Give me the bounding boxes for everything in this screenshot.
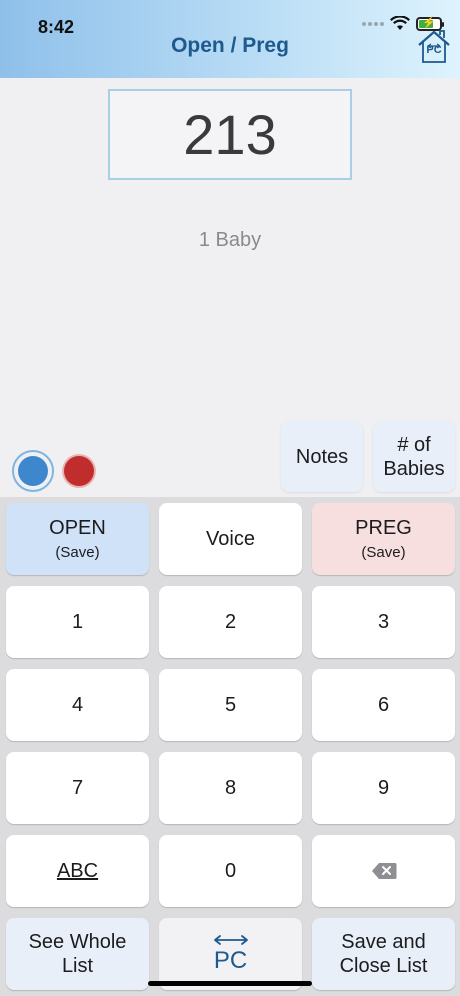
backspace-button[interactable] xyxy=(312,835,455,907)
open-save-button[interactable]: OPEN (Save) xyxy=(6,503,149,575)
page-title: Open / Preg xyxy=(171,34,289,57)
keypad: OPEN (Save) Voice PREG (Save) 1 2 3 4 5 … xyxy=(0,497,460,996)
notes-button[interactable]: Notes xyxy=(281,421,363,492)
preg-label: PREG xyxy=(355,517,412,539)
red-color-selector[interactable] xyxy=(64,456,94,486)
key-7[interactable]: 7 xyxy=(6,752,149,824)
blue-color-selector[interactable] xyxy=(12,450,54,492)
pc-label: PC xyxy=(213,946,248,974)
babies-label-line1: # of xyxy=(397,433,431,456)
number-of-babies-button[interactable]: # of Babies xyxy=(373,421,455,492)
abc-label: ABC xyxy=(56,859,99,882)
key-9[interactable]: 9 xyxy=(312,752,455,824)
preg-sub-label: (Save) xyxy=(361,544,406,561)
pc-button[interactable]: PC xyxy=(159,918,302,990)
voice-label: Voice xyxy=(206,527,255,550)
voice-button[interactable]: Voice xyxy=(159,503,302,575)
preg-save-button[interactable]: PREG (Save) xyxy=(312,503,455,575)
blue-dot xyxy=(18,456,48,486)
key-3[interactable]: 3 xyxy=(312,586,455,658)
see-whole-line2: List xyxy=(61,955,94,977)
see-whole-line1: See Whole xyxy=(28,931,127,953)
open-sub-label: (Save) xyxy=(55,544,100,561)
number-display: 213 xyxy=(108,89,352,180)
key-4[interactable]: 4 xyxy=(6,669,149,741)
see-whole-list-button[interactable]: See Whole List xyxy=(6,918,149,990)
home-logo-text: PC xyxy=(426,44,442,56)
home-logo-icon[interactable]: PC xyxy=(416,26,452,66)
signal-icon xyxy=(362,21,384,26)
key-1[interactable]: 1 xyxy=(6,586,149,658)
header-bar: 8:42 Open / Preg ⚡ PC xyxy=(0,0,460,78)
key-0[interactable]: 0 xyxy=(159,835,302,907)
key-6[interactable]: 6 xyxy=(312,669,455,741)
babies-label-line2: Babies xyxy=(383,457,445,480)
swap-arrow-icon xyxy=(213,934,248,945)
key-2[interactable]: 2 xyxy=(159,586,302,658)
save-and-close-list-button[interactable]: Save and Close List xyxy=(312,918,455,990)
abc-button[interactable]: ABC xyxy=(6,835,149,907)
backspace-icon xyxy=(371,863,396,879)
save-close-line2: Close List xyxy=(339,955,428,977)
baby-count-label: 1 Baby xyxy=(198,229,262,251)
open-label: OPEN xyxy=(49,517,106,539)
save-close-line1: Save and xyxy=(341,931,426,953)
wifi-icon xyxy=(390,16,410,30)
key-8[interactable]: 8 xyxy=(159,752,302,824)
notes-label: Notes xyxy=(295,445,349,468)
home-indicator xyxy=(148,981,312,986)
key-5[interactable]: 5 xyxy=(159,669,302,741)
